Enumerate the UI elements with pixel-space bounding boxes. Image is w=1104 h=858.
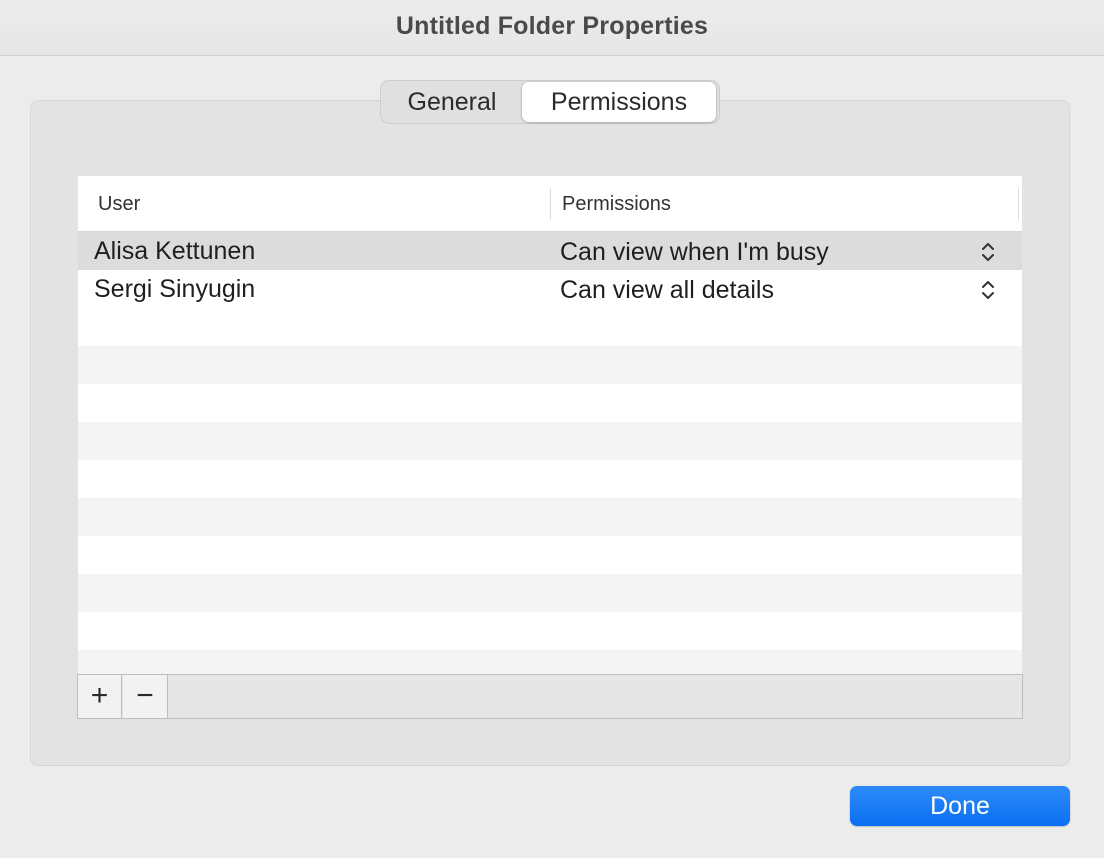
empty-row bbox=[78, 460, 1022, 498]
row-permission-popup[interactable]: Can view all details bbox=[560, 276, 774, 305]
tab-general[interactable]: General bbox=[382, 82, 522, 122]
empty-row bbox=[78, 650, 1022, 674]
empty-row bbox=[78, 422, 1022, 460]
empty-row bbox=[78, 308, 1022, 346]
permissions-table: User Permissions Alisa Kettunen Can view… bbox=[78, 176, 1022, 674]
empty-row bbox=[78, 384, 1022, 422]
up-down-chevron-icon[interactable] bbox=[980, 278, 996, 302]
up-down-chevron-icon[interactable] bbox=[980, 240, 996, 264]
done-button[interactable]: Done bbox=[850, 786, 1070, 826]
table-row[interactable]: Alisa Kettunen Can view when I'm busy bbox=[78, 232, 1022, 270]
add-user-button[interactable]: + bbox=[77, 674, 122, 719]
empty-row bbox=[78, 498, 1022, 536]
column-header-permissions[interactable]: Permissions bbox=[562, 193, 671, 216]
table-row[interactable]: Sergi Sinyugin Can view all details bbox=[78, 270, 1022, 308]
column-divider bbox=[550, 188, 551, 220]
title-bar: Untitled Folder Properties bbox=[0, 0, 1104, 56]
table-toolbar: + − bbox=[77, 674, 1023, 719]
column-divider bbox=[1018, 188, 1019, 220]
tab-bar: General Permissions bbox=[380, 80, 720, 124]
empty-row bbox=[78, 536, 1022, 574]
row-user-name: Sergi Sinyugin bbox=[94, 275, 256, 303]
row-permission-popup[interactable]: Can view when I'm busy bbox=[560, 238, 829, 267]
empty-row bbox=[78, 346, 1022, 384]
column-header-user[interactable]: User bbox=[98, 193, 140, 216]
row-user-name: Alisa Kettunen bbox=[94, 237, 256, 265]
empty-row bbox=[78, 574, 1022, 612]
empty-row bbox=[78, 612, 1022, 650]
table-body: Alisa Kettunen Can view when I'm busy Se… bbox=[78, 232, 1022, 674]
window-title: Untitled Folder Properties bbox=[395, 12, 709, 40]
table-header: User Permissions bbox=[78, 176, 1022, 232]
remove-user-button[interactable]: − bbox=[123, 674, 168, 719]
tab-permissions[interactable]: Permissions bbox=[522, 82, 716, 122]
